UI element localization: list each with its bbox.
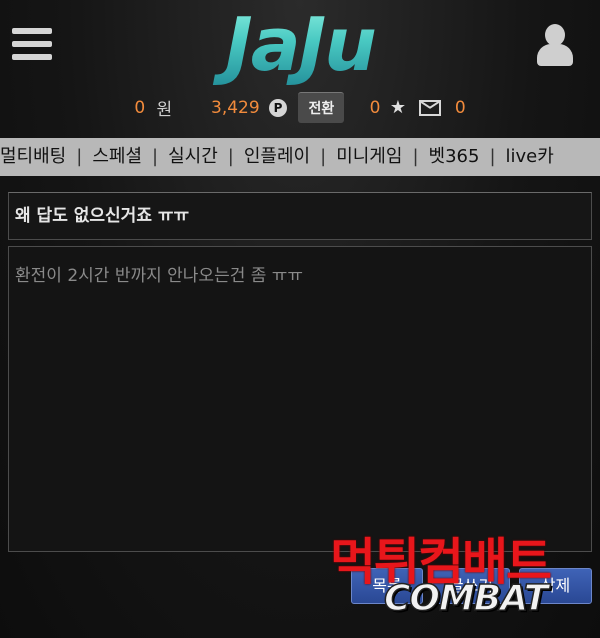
nav-item-live[interactable]: 실시간: [168, 138, 218, 176]
post-content: 환전이 2시간 반까지 안나오는건 좀 ㅠㅠ: [8, 246, 592, 552]
nav-separator: |: [320, 146, 327, 167]
nav-separator: |: [152, 146, 159, 167]
points-amount: 3,429: [211, 97, 260, 118]
list-button[interactable]: 목록: [351, 568, 423, 604]
nav-item-special[interactable]: 스페셜: [92, 138, 142, 176]
nav-item-multi[interactable]: 멀티배팅: [0, 138, 66, 176]
points-icon: P: [269, 98, 288, 117]
site-logo[interactable]: JaJu: [0, 2, 600, 88]
post-title: 왜 답도 없으신거죠 ㅠㅠ: [8, 192, 592, 240]
user-icon[interactable]: [537, 24, 573, 66]
header: JaJu: [0, 0, 600, 90]
star-icon[interactable]: ★: [390, 97, 406, 118]
money-amount: 0: [134, 97, 146, 118]
star-count: 0: [369, 97, 381, 118]
nav-separator: |: [412, 146, 419, 167]
balance-bar: 0 원 3,429 P 전환 0 ★ 0: [0, 92, 600, 126]
category-nav: 멀티배팅 | 스페셜 | 실시간 | 인플레이 | 미니게임 | 벳365 | live카: [0, 138, 600, 176]
convert-button[interactable]: 전환: [298, 92, 345, 123]
nav-item-bet365[interactable]: 벳365: [429, 138, 480, 176]
nav-separator: |: [227, 146, 234, 167]
delete-button[interactable]: 삭제: [519, 568, 592, 604]
money-unit: 원: [156, 100, 173, 120]
nav-separator: |: [76, 146, 83, 167]
nav-item-livecasino[interactable]: live카: [506, 138, 554, 176]
write-button[interactable]: 글쓰기: [432, 568, 510, 604]
nav-separator: |: [489, 146, 496, 167]
mail-icon[interactable]: [419, 99, 442, 116]
nav-item-minigame[interactable]: 미니게임: [336, 138, 402, 176]
message-count: 0: [454, 97, 466, 118]
nav-item-inplay[interactable]: 인플레이: [244, 138, 310, 176]
